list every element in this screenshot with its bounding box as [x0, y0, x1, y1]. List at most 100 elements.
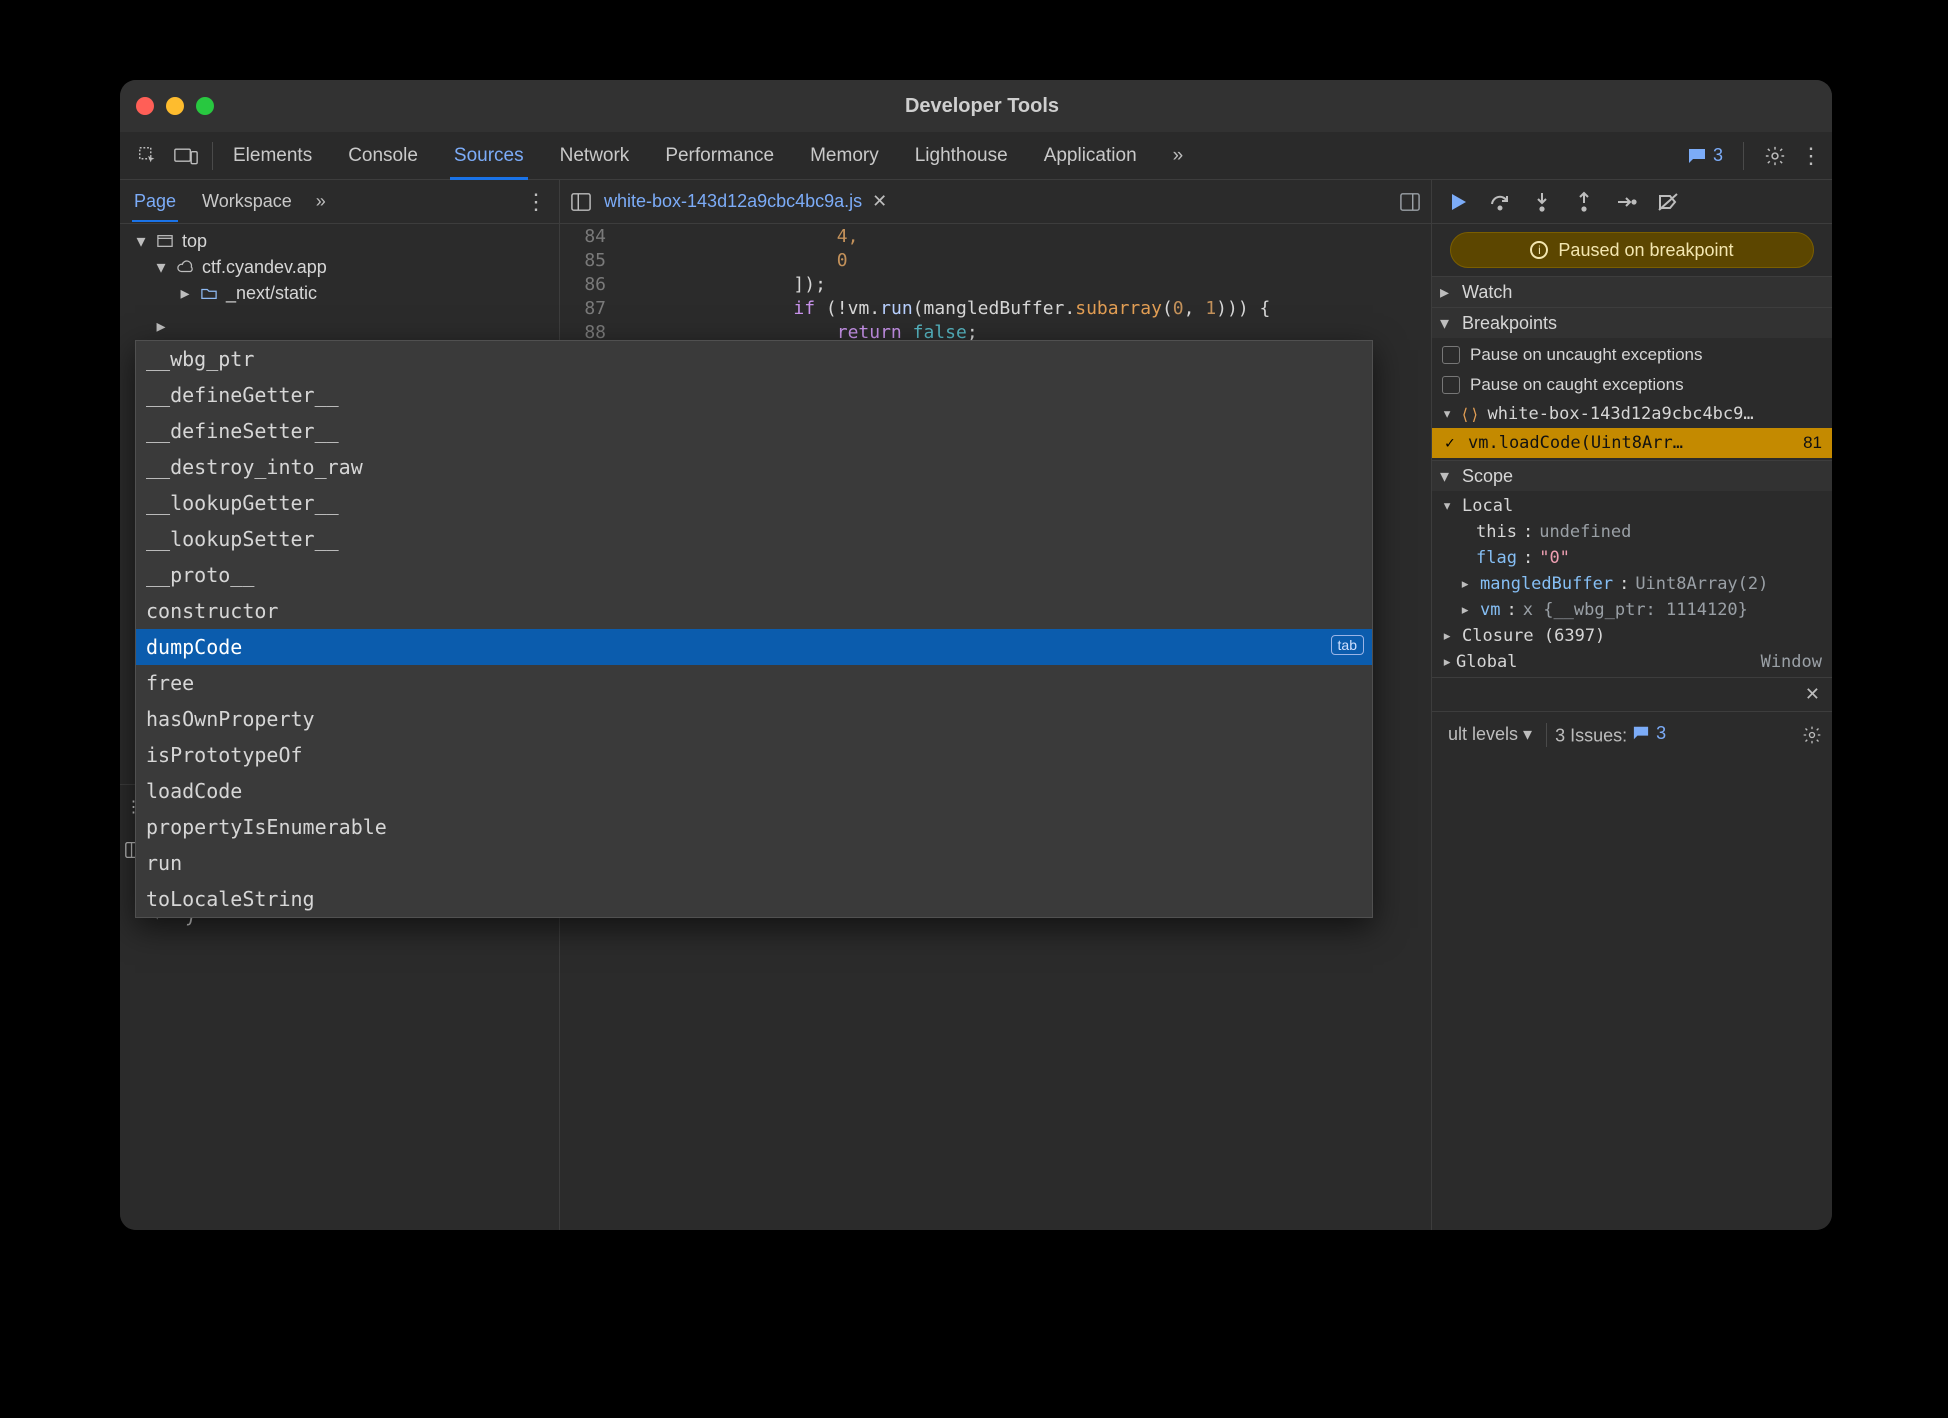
tree-top[interactable]: top — [120, 228, 559, 254]
step-out-icon[interactable] — [1572, 190, 1596, 214]
log-levels[interactable]: ult levels ▾ — [1442, 722, 1538, 747]
sources-subbar: Page Workspace » ⋮ white-box-143d12a9cbc… — [120, 180, 1832, 224]
scope-this[interactable]: this: undefined — [1432, 519, 1832, 545]
debugger-panel: i Paused on breakpoint Watch Breakpoints… — [1432, 224, 1832, 1230]
autocomplete-item[interactable]: __lookupGetter__ — [136, 485, 1372, 521]
breakpoints-section[interactable]: Breakpoints — [1432, 308, 1832, 338]
code-line[interactable]: 86 ]); — [560, 272, 1431, 296]
autocomplete-item[interactable]: __lookupSetter__ — [136, 521, 1372, 557]
devtools-window: Developer Tools Elements Console Sources… — [120, 80, 1832, 1230]
more-menu-icon[interactable]: ⋮ — [1800, 143, 1822, 169]
step-over-icon[interactable] — [1488, 190, 1512, 214]
console-settings-icon[interactable] — [1802, 725, 1822, 745]
breakpoint-item-label: vm.loadCode(Uint8Arr… — [1468, 433, 1683, 453]
info-icon: i — [1530, 241, 1548, 259]
autocomplete-item[interactable]: __defineSetter__ — [136, 413, 1372, 449]
pause-uncaught-label: Pause on uncaught exceptions — [1470, 345, 1703, 365]
issues-badge[interactable]: 3 — [1687, 145, 1723, 166]
scope-section[interactable]: Scope — [1432, 461, 1832, 491]
autocomplete-item[interactable]: dumpCodetab — [136, 629, 1372, 665]
tab-application[interactable]: Application — [1040, 132, 1141, 179]
pause-caught-row[interactable]: Pause on caught exceptions — [1432, 370, 1832, 400]
resume-icon[interactable] — [1446, 190, 1470, 214]
breakpoint-item[interactable]: vm.loadCode(Uint8Arr… 81 — [1432, 428, 1832, 458]
paused-label: Paused on breakpoint — [1558, 240, 1733, 261]
nav-more-icon[interactable]: ⋮ — [525, 189, 547, 215]
autocomplete-item[interactable]: hasOwnProperty — [136, 701, 1372, 737]
settings-gear-icon[interactable] — [1764, 145, 1786, 167]
breakpoint-checkbox[interactable] — [1442, 434, 1460, 452]
main-toolbar: Elements Console Sources Network Perform… — [120, 132, 1832, 180]
step-icon[interactable] — [1614, 190, 1638, 214]
line-number[interactable]: 84 — [560, 226, 620, 247]
minimize-window-icon[interactable] — [166, 97, 184, 115]
step-into-icon[interactable] — [1530, 190, 1554, 214]
breakpoint-file-label: white-box-143d12a9cbc4bc9… — [1488, 404, 1754, 424]
toggle-navigator-icon[interactable] — [570, 192, 592, 212]
tab-memory[interactable]: Memory — [806, 132, 883, 179]
breakpoints-label: Breakpoints — [1462, 313, 1557, 334]
autocomplete-item[interactable]: run — [136, 845, 1372, 881]
close-window-icon[interactable] — [136, 97, 154, 115]
file-tab[interactable]: white-box-143d12a9cbc4bc9a.js ✕ — [604, 191, 887, 212]
file-tab-name: white-box-143d12a9cbc4bc9a.js — [604, 191, 862, 212]
tabs-overflow-icon[interactable]: » — [1169, 132, 1188, 179]
autocomplete-item[interactable]: __wbg_ptr — [136, 341, 1372, 377]
autocomplete-popup[interactable]: __wbg_ptr__defineGetter____defineSetter_… — [135, 340, 1373, 918]
scope-closure[interactable]: ▸Closure (6397) — [1432, 623, 1832, 649]
autocomplete-item[interactable]: loadCode — [136, 773, 1372, 809]
cloud-icon — [176, 258, 194, 276]
panel-close-bar: ✕ — [1432, 677, 1832, 711]
scope-mangled[interactable]: ▸mangledBuffer: Uint8Array(2) — [1432, 571, 1832, 597]
tree-folder[interactable]: _next/static — [120, 280, 559, 306]
line-number[interactable]: 86 — [560, 274, 620, 295]
autocomplete-item[interactable]: isPrototypeOf — [136, 737, 1372, 773]
nav-tab-page[interactable]: Page — [132, 181, 178, 222]
tab-network[interactable]: Network — [556, 132, 634, 179]
autocomplete-item[interactable]: propertyIsEnumerable — [136, 809, 1372, 845]
autocomplete-item[interactable]: constructor — [136, 593, 1372, 629]
device-toggle-icon[interactable] — [168, 138, 204, 174]
inspect-element-icon[interactable] — [130, 138, 166, 174]
autocomplete-item[interactable]: free — [136, 665, 1372, 701]
tab-lighthouse[interactable]: Lighthouse — [911, 132, 1012, 179]
line-number[interactable]: 85 — [560, 250, 620, 271]
code-line[interactable]: 87 if (!vm.run(mangledBuffer.subarray(0,… — [560, 296, 1431, 320]
tab-sources[interactable]: Sources — [450, 132, 528, 179]
close-panel-icon[interactable]: ✕ — [1805, 684, 1820, 705]
tab-performance[interactable]: Performance — [661, 132, 778, 179]
autocomplete-item[interactable]: __destroy_into_raw — [136, 449, 1372, 485]
paused-banner: i Paused on breakpoint — [1450, 232, 1814, 268]
scope-flag[interactable]: flag: "0" — [1432, 545, 1832, 571]
fullscreen-window-icon[interactable] — [196, 97, 214, 115]
scope-vm[interactable]: ▸vm: x {__wbg_ptr: 1114120} — [1432, 597, 1832, 623]
autocomplete-item[interactable]: __proto__ — [136, 557, 1372, 593]
tab-hint: tab — [1331, 635, 1364, 655]
line-number[interactable]: 87 — [560, 298, 620, 319]
tab-console[interactable]: Console — [344, 132, 422, 179]
folder-icon — [200, 284, 218, 302]
nav-tab-workspace[interactable]: Workspace — [200, 181, 294, 222]
scope-global-type: Window — [1761, 652, 1822, 672]
breakpoint-file[interactable]: ⟨⟩ white-box-143d12a9cbc4bc9… — [1432, 400, 1832, 428]
scope-label: Scope — [1462, 466, 1513, 487]
close-tab-icon[interactable]: ✕ — [872, 191, 887, 212]
issues-link[interactable]: 3 Issues: 3 — [1555, 723, 1666, 747]
pause-uncaught-row[interactable]: Pause on uncaught exceptions — [1432, 340, 1832, 370]
window-title: Developer Tools — [214, 95, 1750, 118]
toggle-debugger-icon[interactable] — [1399, 192, 1421, 212]
navigator-tabs: Page Workspace » ⋮ — [120, 180, 560, 223]
code-line[interactable]: 85 0 — [560, 248, 1431, 272]
nav-tabs-overflow-icon[interactable]: » — [316, 191, 326, 212]
deactivate-breakpoints-icon[interactable] — [1656, 190, 1680, 214]
tree-origin[interactable]: ctf.cyandev.app — [120, 254, 559, 280]
autocomplete-item[interactable]: toLocaleString — [136, 881, 1372, 917]
autocomplete-item[interactable]: __defineGetter__ — [136, 377, 1372, 413]
scope-local[interactable]: ▾Local — [1432, 493, 1832, 519]
watch-section[interactable]: Watch — [1432, 277, 1832, 307]
tab-elements[interactable]: Elements — [229, 132, 316, 179]
scope-local-label: Local — [1462, 496, 1513, 516]
code-line[interactable]: 84 4, — [560, 224, 1431, 248]
scope-global[interactable]: ▸GlobalWindow — [1432, 649, 1832, 675]
status-bar: ult levels ▾ 3 Issues: 3 — [1432, 711, 1832, 757]
